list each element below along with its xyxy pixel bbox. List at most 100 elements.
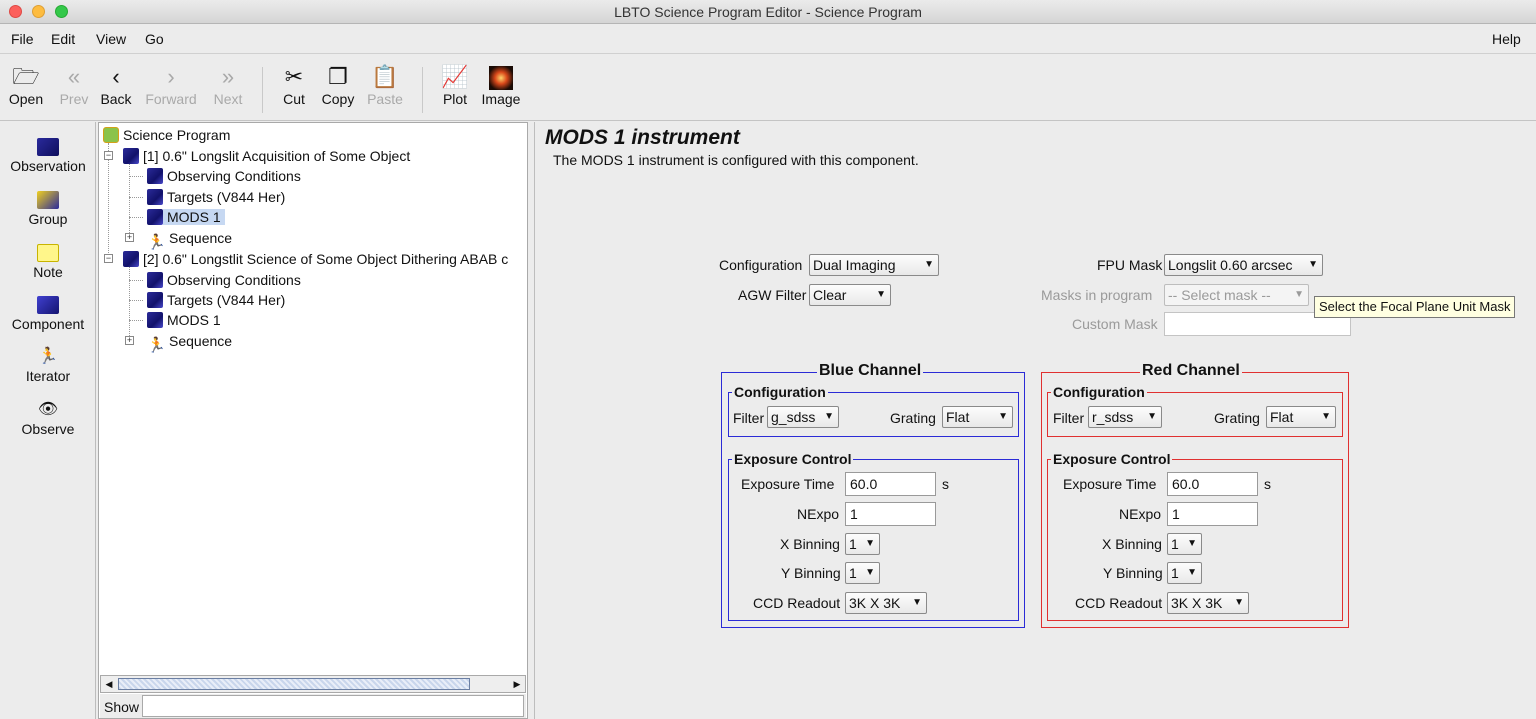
chevron-down-icon: ▼ [924, 259, 934, 270]
red-x-binning-select[interactable]: 1 ▼ [1167, 533, 1202, 555]
blue-exposure-time-label: Exposure Time [741, 476, 835, 492]
menu-edit[interactable]: Edit [51, 31, 75, 47]
scrollbar-thumb[interactable] [118, 678, 470, 690]
red-exposure-time-label: Exposure Time [1063, 476, 1157, 492]
observation-icon [37, 138, 59, 156]
tree-node-observation-2[interactable]: [2] 0.6" Longstlit Science of Some Objec… [123, 249, 508, 269]
blue-x-binning-select[interactable]: 1 ▼ [845, 533, 880, 555]
tree-node-root[interactable]: Science Program [103, 125, 230, 145]
open-button[interactable]: 🗁 Open [8, 63, 44, 107]
chevron-right-icon: › [167, 64, 175, 89]
tree-connector [129, 176, 143, 177]
component-icon [147, 189, 163, 205]
chevron-down-icon: ▼ [998, 411, 1008, 422]
tree-node-sequence[interactable]: 🏃 Sequence [147, 331, 232, 354]
red-channel-title: Red Channel [1140, 362, 1242, 380]
blue-exposure-time-input[interactable]: 60.0 [845, 472, 936, 496]
double-chevron-left-icon: « [67, 64, 81, 89]
chevron-down-icon: ▼ [1294, 289, 1304, 300]
menu-view[interactable]: View [96, 31, 126, 47]
toolbar-separator [422, 67, 423, 113]
palette-group[interactable]: Group [0, 191, 96, 227]
show-input[interactable] [142, 695, 524, 717]
tree-node-observation-1[interactable]: [1] 0.6" Longslit Acquisition of Some Ob… [123, 146, 410, 166]
blue-ccd-readout-select[interactable]: 3K X 3K ▼ [845, 592, 927, 614]
chevron-down-icon: ▼ [1234, 597, 1244, 608]
agw-filter-select[interactable]: Clear ▼ [809, 284, 891, 306]
tree-connector [108, 143, 109, 261]
palette-note[interactable]: Note [0, 244, 96, 280]
folder-icon: 🗁 [12, 64, 40, 89]
observation-icon [123, 148, 139, 164]
next-button[interactable]: » Next [209, 63, 247, 107]
blue-grating-select[interactable]: Flat ▼ [942, 406, 1013, 428]
plot-button[interactable]: 📈 Plot [438, 63, 472, 107]
palette-observe[interactable]: 👁 Observe [0, 401, 96, 437]
palette-observation[interactable]: Observation [0, 138, 96, 174]
blue-y-binning-label: Y Binning [781, 565, 841, 581]
tree-connector [129, 197, 143, 198]
paste-button[interactable]: 📋 Paste [365, 63, 405, 107]
tree-connector [129, 300, 143, 301]
red-nexpo-label: NExpo [1119, 506, 1162, 522]
toolbar-separator [262, 67, 263, 113]
component-palette: Observation Group Note Component 🏃 Itera… [0, 122, 96, 719]
component-icon [147, 292, 163, 308]
expand-toggle[interactable]: + [125, 336, 134, 345]
red-ccd-readout-select[interactable]: 3K X 3K ▼ [1167, 592, 1249, 614]
fpu-mask-select[interactable]: Longslit 0.60 arcsec ▼ [1164, 254, 1323, 276]
palette-component[interactable]: Component [0, 296, 96, 332]
image-button[interactable]: Image [479, 63, 523, 107]
menu-go[interactable]: Go [145, 31, 164, 47]
component-icon [147, 209, 163, 225]
double-chevron-right-icon: » [221, 64, 235, 89]
scroll-left-arrow-icon[interactable]: ◀ [102, 677, 116, 691]
observation-icon [123, 251, 139, 267]
tree-horizontal-scrollbar[interactable]: ◀ ▶ [100, 675, 526, 693]
scissors-icon: ✂ [284, 64, 304, 89]
red-y-binning-select[interactable]: 1 ▼ [1167, 562, 1202, 584]
page-title: MODS 1 instrument [545, 126, 740, 149]
red-filter-label: Filter [1053, 410, 1085, 426]
tree-node-mods1[interactable]: MODS 1 [147, 207, 225, 227]
blue-channel-title: Blue Channel [817, 362, 924, 380]
blue-filter-select[interactable]: g_sdss ▼ [767, 406, 839, 428]
cut-button[interactable]: ✂ Cut [278, 63, 310, 107]
tree-node-mods1[interactable]: MODS 1 [147, 310, 221, 330]
red-filter-select[interactable]: r_sdss ▼ [1088, 406, 1162, 428]
scroll-right-arrow-icon[interactable]: ▶ [510, 677, 524, 691]
component-icon [147, 312, 163, 328]
red-exposure-time-input[interactable]: 60.0 [1167, 472, 1258, 496]
tree-node-targets[interactable]: Targets (V844 Her) [147, 187, 285, 207]
tree-connector [129, 163, 130, 239]
tree-node-observing-conditions[interactable]: Observing Conditions [147, 270, 301, 290]
menu-bar: File Edit View Go Help [0, 24, 1536, 54]
tree-node-targets[interactable]: Targets (V844 Her) [147, 290, 285, 310]
red-grating-select[interactable]: Flat ▼ [1266, 406, 1336, 428]
red-nexpo-input[interactable]: 1 [1167, 502, 1258, 526]
prev-button[interactable]: « Prev [56, 63, 92, 107]
blue-nexpo-input[interactable]: 1 [845, 502, 936, 526]
toolbar: 🗁 Open « Prev ‹ Back › Forward » Next ✂ … [0, 55, 1536, 121]
blue-y-binning-select[interactable]: 1 ▼ [845, 562, 880, 584]
window-title: LBTO Science Program Editor - Science Pr… [614, 4, 922, 20]
palette-iterator[interactable]: 🏃 Iterator [0, 348, 96, 384]
collapse-toggle[interactable]: − [104, 254, 113, 263]
copy-button[interactable]: ❐ Copy [318, 63, 358, 107]
menu-file[interactable]: File [11, 31, 34, 47]
configuration-select[interactable]: Dual Imaging ▼ [809, 254, 939, 276]
chevron-down-icon: ▼ [876, 289, 886, 300]
component-icon [147, 168, 163, 184]
menu-help[interactable]: Help [1492, 31, 1521, 47]
back-button[interactable]: ‹ Back [98, 63, 134, 107]
tree-node-sequence[interactable]: 🏃 Sequence [147, 228, 232, 251]
expand-toggle[interactable]: + [125, 233, 134, 242]
collapse-toggle[interactable]: − [104, 151, 113, 160]
masks-in-program-select[interactable]: -- Select mask -- ▼ [1164, 284, 1309, 306]
forward-button[interactable]: › Forward [143, 63, 199, 107]
page-description: The MODS 1 instrument is configured with… [553, 152, 919, 168]
title-bar: LBTO Science Program Editor - Science Pr… [0, 0, 1536, 24]
sequence-icon: 🏃 [147, 337, 166, 354]
tree-node-observing-conditions[interactable]: Observing Conditions [147, 166, 301, 186]
blue-grating-label: Grating [890, 410, 936, 426]
